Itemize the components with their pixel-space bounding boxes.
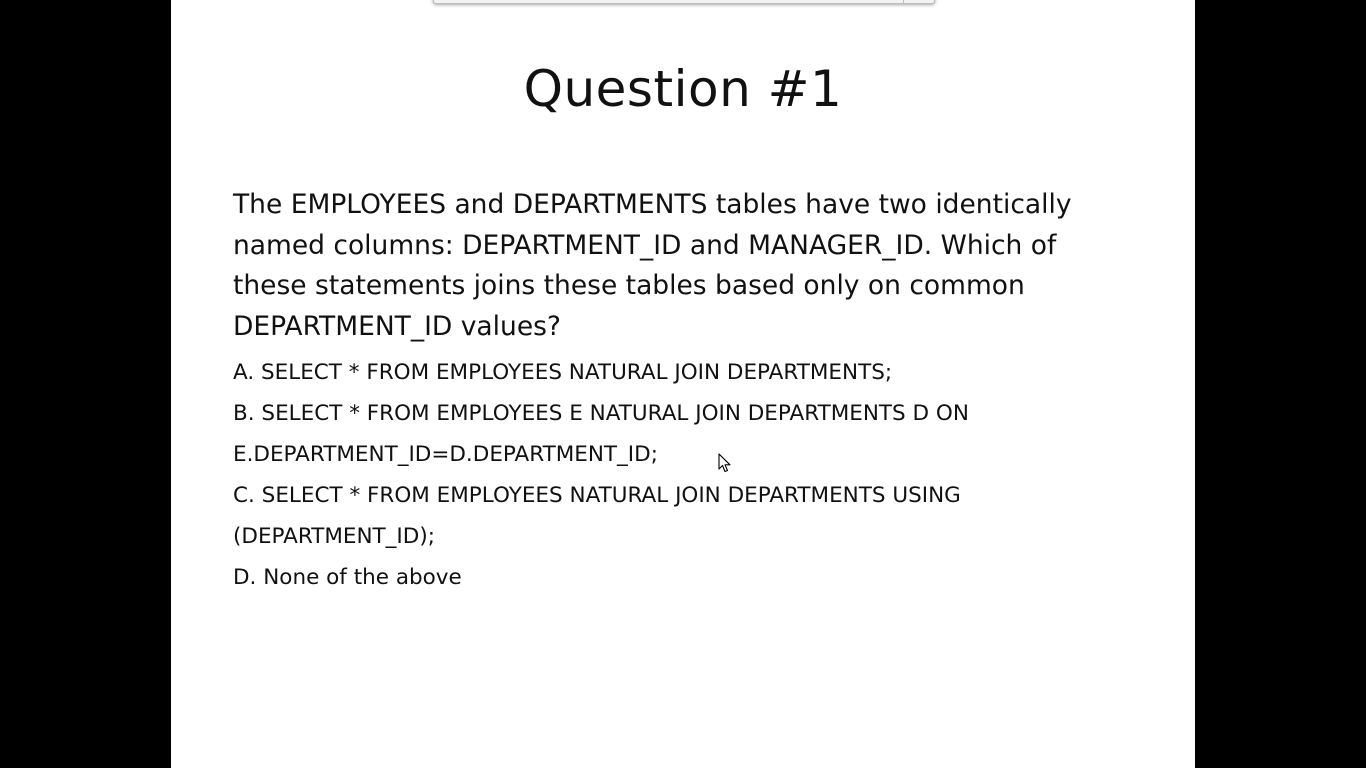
option-d-line: D. None of the above bbox=[233, 565, 462, 590]
question-line: named columns: DEPARTMENT_ID and MANAGER… bbox=[233, 229, 1057, 261]
answer-options: A. SELECT * FROM EMPLOYEES NATURAL JOIN … bbox=[233, 352, 1133, 598]
question-line: DEPARTMENT_ID values? bbox=[233, 311, 562, 343]
question-text: The EMPLOYEES and DEPARTMENTS tables hav… bbox=[233, 185, 1133, 348]
toolbar-separator bbox=[903, 0, 904, 3]
option-b-line-2: E.DEPARTMENT_ID=D.DEPARTMENT_ID; bbox=[233, 442, 658, 467]
presentation-stage: Question #1 The EMPLOYEES and DEPARTMENT… bbox=[0, 0, 1366, 768]
slide-title: Question #1 bbox=[523, 60, 843, 118]
option-b-line-1: B. SELECT * FROM EMPLOYEES E NATURAL JOI… bbox=[233, 401, 969, 426]
mouse-pointer-icon bbox=[718, 453, 731, 473]
option-a-line: A. SELECT * FROM EMPLOYEES NATURAL JOIN … bbox=[233, 360, 893, 385]
slide[interactable]: Question #1 The EMPLOYEES and DEPARTMENT… bbox=[171, 0, 1195, 768]
option-c-line-2: (DEPARTMENT_ID); bbox=[233, 524, 435, 549]
question-line: The EMPLOYEES and DEPARTMENTS tables hav… bbox=[233, 189, 1072, 220]
option-c-line-1: C. SELECT * FROM EMPLOYEES NATURAL JOIN … bbox=[233, 483, 961, 508]
slideshow-toolbar[interactable] bbox=[433, 0, 935, 4]
question-line: these statements joins these tables base… bbox=[233, 270, 1025, 302]
